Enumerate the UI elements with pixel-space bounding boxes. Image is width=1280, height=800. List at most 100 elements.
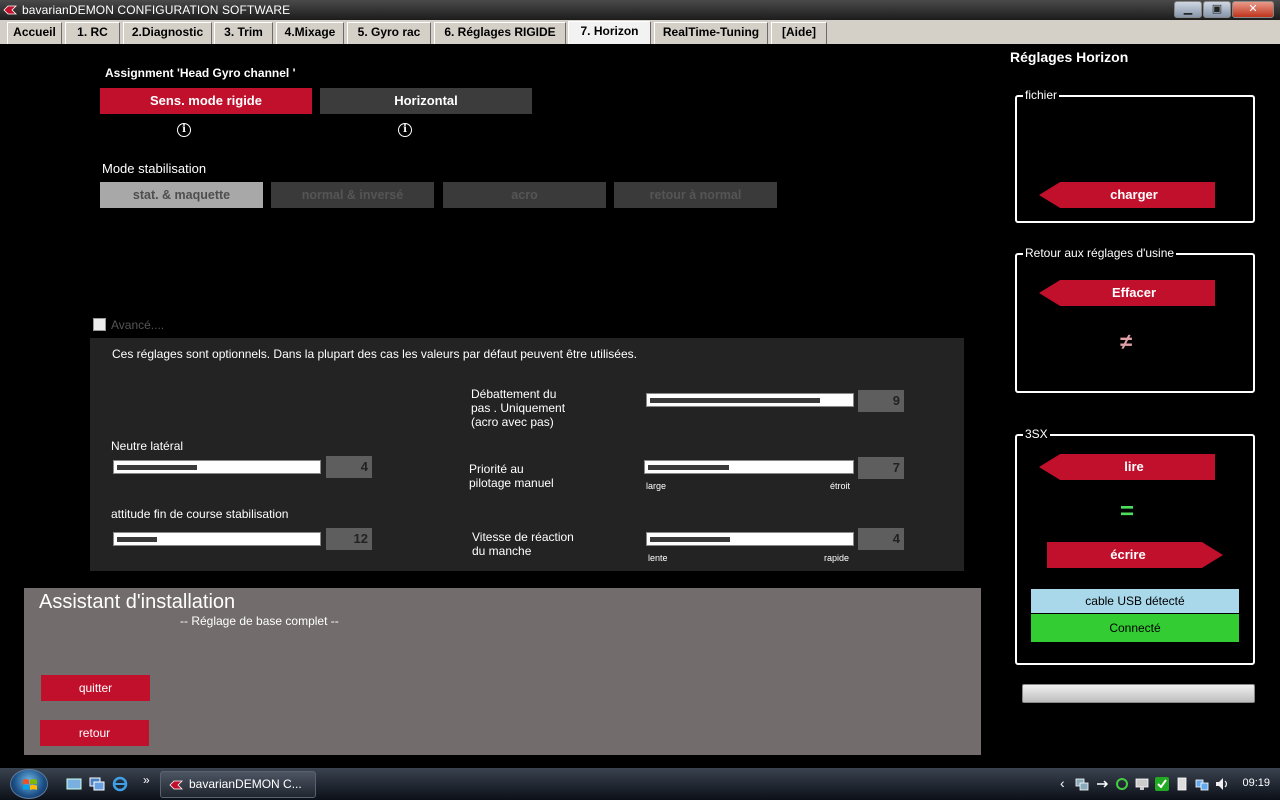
vitesse-slider[interactable] [646, 532, 854, 546]
neutre-lateral-value[interactable]: 4 [326, 456, 372, 478]
start-button[interactable] [10, 769, 48, 799]
priorite-label-line2: pilotage manuel [469, 476, 554, 490]
network-connection-icon[interactable] [1194, 776, 1210, 792]
tab-reglages-rigide[interactable]: 6. Réglages RIGIDE [434, 22, 566, 44]
load-button[interactable]: charger [1039, 182, 1215, 208]
tab-horizon[interactable]: 7. Horizon [568, 21, 651, 44]
vitesse-label-line1: Vitesse de réaction [472, 530, 574, 544]
priorite-value[interactable]: 7 [858, 457, 904, 479]
attitude-value[interactable]: 12 [326, 528, 372, 550]
write-button[interactable]: écrire [1047, 542, 1223, 568]
attitude-label: attitude fin de course stabilisation [111, 507, 289, 521]
advanced-panel: Ces réglages sont optionnels. Dans la pl… [90, 338, 964, 571]
tab-realtime-tuning[interactable]: RealTime-Tuning [654, 22, 768, 44]
vitesse-min-label: lente [648, 553, 668, 563]
sync-icon[interactable] [1114, 776, 1130, 792]
safely-remove-icon[interactable] [1174, 776, 1190, 792]
internet-explorer-icon[interactable] [112, 776, 128, 792]
debattement-fill [650, 398, 820, 403]
debattement-label-line3: (acro avec pas) [471, 415, 554, 429]
tab-trim[interactable]: 3. Trim [214, 22, 273, 44]
erase-button[interactable]: Effacer [1039, 280, 1215, 306]
not-equal-icon: ≠ [1120, 329, 1133, 354]
mode-normal-inverse-button[interactable]: normal & inversé [271, 182, 434, 208]
priorite-fill [648, 465, 729, 470]
mode-acro-button[interactable]: acro [443, 182, 606, 208]
assistant-title: Assistant d'installation [39, 591, 236, 613]
info-icon[interactable]: i [177, 123, 191, 137]
priorite-slider[interactable] [644, 460, 854, 474]
debattement-label-line1: Débattement du [471, 387, 557, 401]
quit-button[interactable]: quitter [41, 675, 150, 701]
vitesse-fill [650, 537, 730, 542]
app-window: bavarianDEMON CONFIGURATION SOFTWARE ▁ ▣… [0, 0, 1280, 768]
attitude-slider[interactable] [113, 532, 321, 546]
info-icon[interactable]: i [398, 123, 412, 137]
advanced-checkbox[interactable] [93, 318, 106, 331]
app-logo-icon [169, 780, 183, 790]
usb-device-icon[interactable] [1094, 776, 1110, 792]
tab-aide[interactable]: [Aide] [771, 22, 827, 44]
horizontal-button[interactable]: Horizontal [320, 88, 532, 114]
tab-accueil[interactable]: Accueil [7, 22, 62, 44]
windows-logo-icon [23, 779, 37, 790]
side-heading: Réglages Horizon [1010, 49, 1129, 65]
advanced-note: Ces réglages sont optionnels. Dans la pl… [112, 347, 637, 361]
progress-bar [1022, 684, 1255, 703]
factory-reset-group: Retour aux réglages d'usine Effacer ≠ [1015, 246, 1255, 393]
clock[interactable]: 09:19 [1242, 777, 1270, 789]
tab-diagnostic[interactable]: 2.Diagnostic [123, 22, 212, 44]
close-button[interactable]: ✕ [1232, 1, 1274, 18]
taskbar-app-label: bavarianDEMON C... [189, 777, 302, 791]
tab-mixage[interactable]: 4.Mixage [276, 22, 344, 44]
sens-mode-rigide-button[interactable]: Sens. mode rigide [100, 88, 312, 114]
priorite-min-label: large [646, 481, 667, 491]
tab-bar: Accueil 1. RC 2.Diagnostic 3. Trim 4.Mix… [0, 20, 1280, 44]
priorite-label-line1: Priorité au [469, 462, 524, 476]
usb-status: cable USB détecté [1031, 589, 1239, 613]
file-group: fichier charger [1015, 88, 1255, 223]
tab-gyro-rac[interactable]: 5. Gyro rac [347, 22, 431, 44]
mode-retour-normal-button[interactable]: retour à normal [614, 182, 777, 208]
maximize-button[interactable]: ▣ [1203, 1, 1231, 18]
neutre-lateral-slider[interactable] [113, 460, 321, 474]
vitesse-max-label: rapide [824, 553, 850, 563]
installation-assistant-panel: Assistant d'installation -- Réglage de b… [24, 588, 981, 755]
device-3sx-group: 3SX lire = écrire cable USB détecté Conn… [1015, 427, 1255, 665]
minimize-button[interactable]: ▁ [1174, 1, 1202, 18]
assignment-heading: Assignment 'Head Gyro channel ' [105, 66, 296, 80]
quick-launch-chevron-icon[interactable]: » [143, 773, 150, 787]
network-icon[interactable] [1074, 776, 1090, 792]
switch-windows-icon[interactable] [89, 776, 105, 792]
neutre-lateral-fill [117, 465, 197, 470]
taskbar: » bavarianDEMON C... ‹ 09:19 [0, 768, 1280, 800]
attitude-fill [117, 537, 157, 542]
factory-reset-legend: Retour aux réglages d'usine [1023, 246, 1177, 260]
horizon-page: Assignment 'Head Gyro channel ' Sens. mo… [10, 44, 1280, 768]
read-button[interactable]: lire [1039, 454, 1215, 480]
tray-expand-icon[interactable]: ‹ [1060, 775, 1065, 791]
taskbar-app-button[interactable]: bavarianDEMON C... [160, 771, 316, 798]
file-group-legend: fichier [1023, 88, 1060, 102]
tab-rc[interactable]: 1. RC [65, 22, 120, 44]
system-tray: ‹ 09:19 [1060, 768, 1280, 800]
equal-icon: = [1120, 498, 1135, 525]
connection-status: Connecté [1031, 614, 1239, 642]
back-button[interactable]: retour [40, 720, 149, 746]
mode-stat-maquette-button[interactable]: stat. & maquette [100, 182, 263, 208]
advanced-label: Avancé.... [111, 318, 165, 332]
debattement-value[interactable]: 9 [858, 390, 904, 412]
vitesse-value[interactable]: 4 [858, 528, 904, 550]
security-check-icon[interactable] [1154, 776, 1170, 792]
neutre-lateral-label: Neutre latéral [111, 439, 184, 453]
debattement-label-line2: pas . Uniquement [471, 401, 566, 415]
assistant-subtitle: -- Réglage de base complet -- [180, 614, 339, 628]
debattement-slider[interactable] [646, 393, 854, 407]
volume-icon[interactable] [1214, 776, 1230, 792]
priorite-max-label: étroit [830, 481, 851, 491]
stabilisation-heading: Mode stabilisation [102, 161, 207, 176]
window-title: bavarianDEMON CONFIGURATION SOFTWARE [22, 3, 291, 17]
show-desktop-icon[interactable] [66, 776, 82, 792]
title-bar: bavarianDEMON CONFIGURATION SOFTWARE ▁ ▣… [0, 0, 1280, 20]
monitor-icon[interactable] [1134, 776, 1150, 792]
